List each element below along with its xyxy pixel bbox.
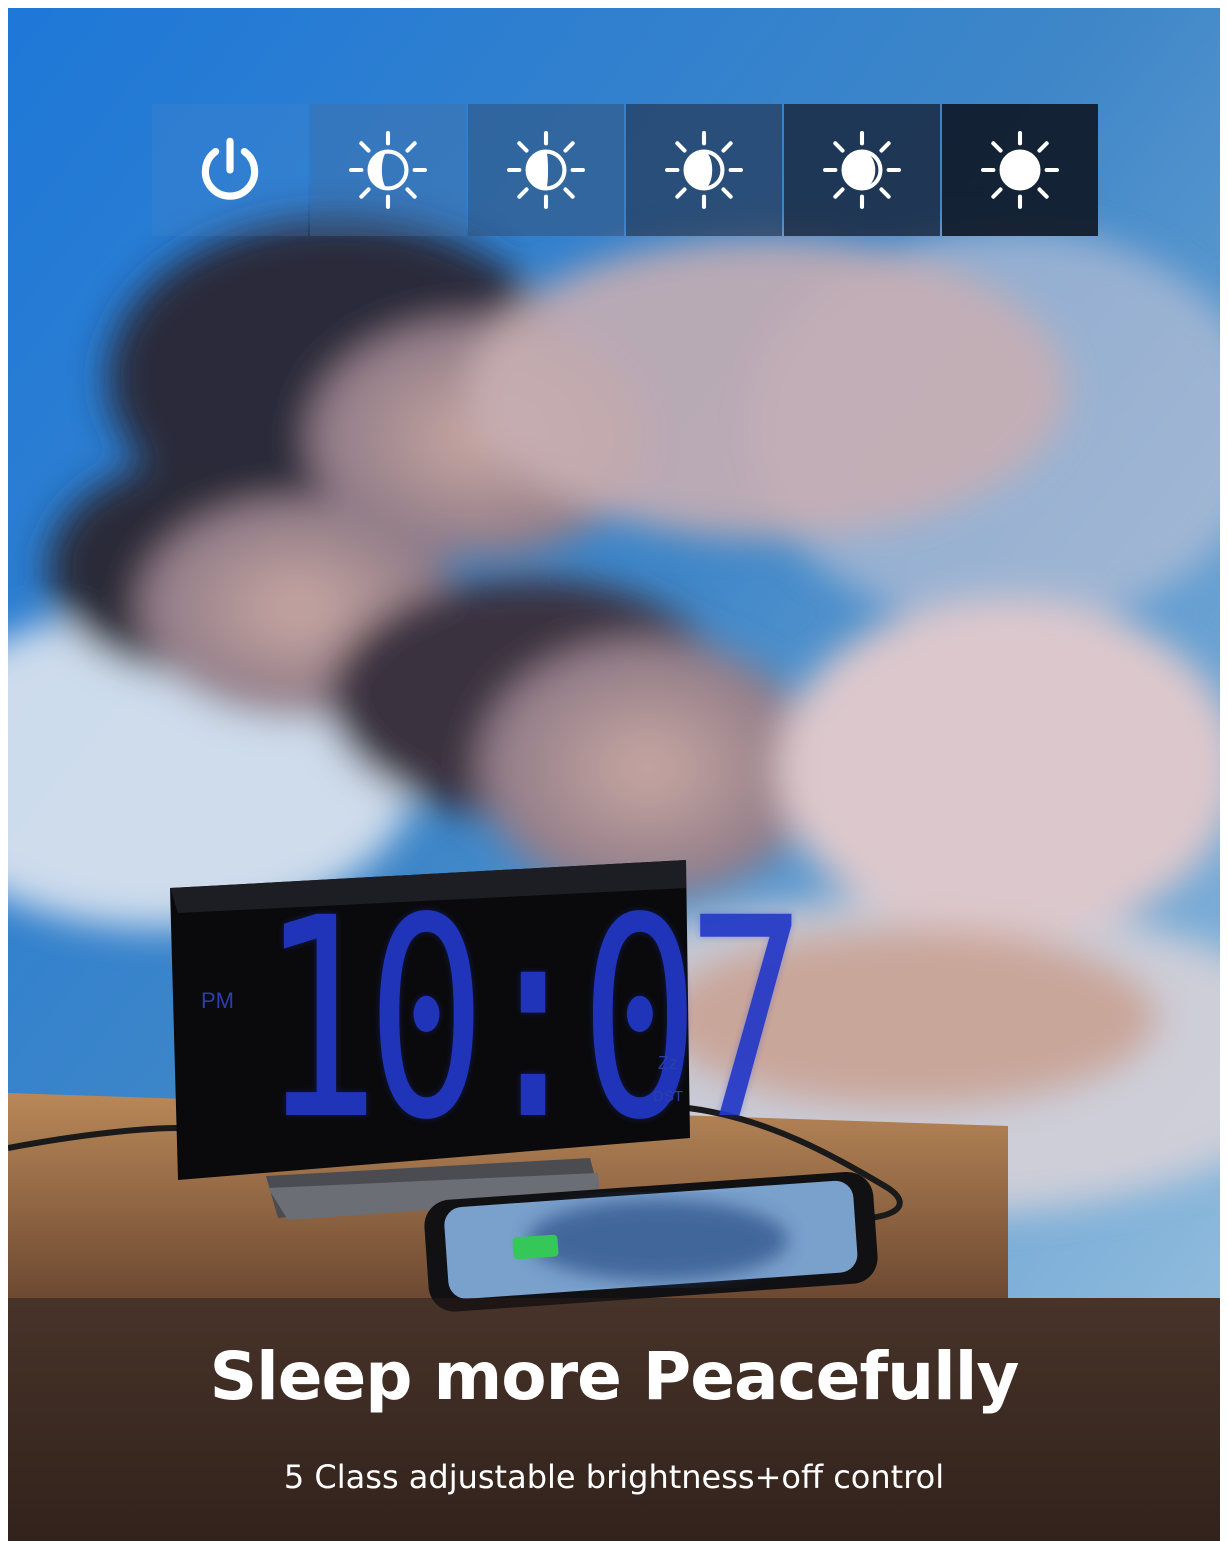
brightness-level-2-icon (507, 131, 585, 209)
brightness-selector (152, 104, 1098, 236)
brightness-level-4-icon (823, 131, 901, 209)
snooze-indicator: Zz (658, 1053, 678, 1073)
brightness-level-3-button[interactable] (626, 104, 782, 236)
product-image: PM 10:07 Zz DST Sleep more Peacefully 5 … (8, 8, 1220, 1541)
clock-period-indicator: PM (201, 988, 234, 1013)
brightness-level-3-icon (665, 131, 743, 209)
brightness-level-1-button[interactable] (310, 104, 466, 236)
brightness-off-button[interactable] (152, 104, 308, 236)
brightness-level-5-button[interactable] (942, 104, 1098, 236)
brightness-level-4-button[interactable] (784, 104, 940, 236)
clock-time-display: 10:07 (260, 860, 806, 1181)
subtitle: 5 Class adjustable brightness+off contro… (283, 1458, 945, 1496)
caption-band (8, 1298, 1220, 1541)
brightness-level-1-icon (349, 131, 427, 209)
brightness-level-5-icon (981, 131, 1059, 209)
power-icon (201, 137, 259, 200)
dst-indicator: DST (653, 1088, 683, 1105)
brightness-level-2-button[interactable] (468, 104, 624, 236)
headline: Sleep more Peacefully (209, 1338, 1020, 1415)
